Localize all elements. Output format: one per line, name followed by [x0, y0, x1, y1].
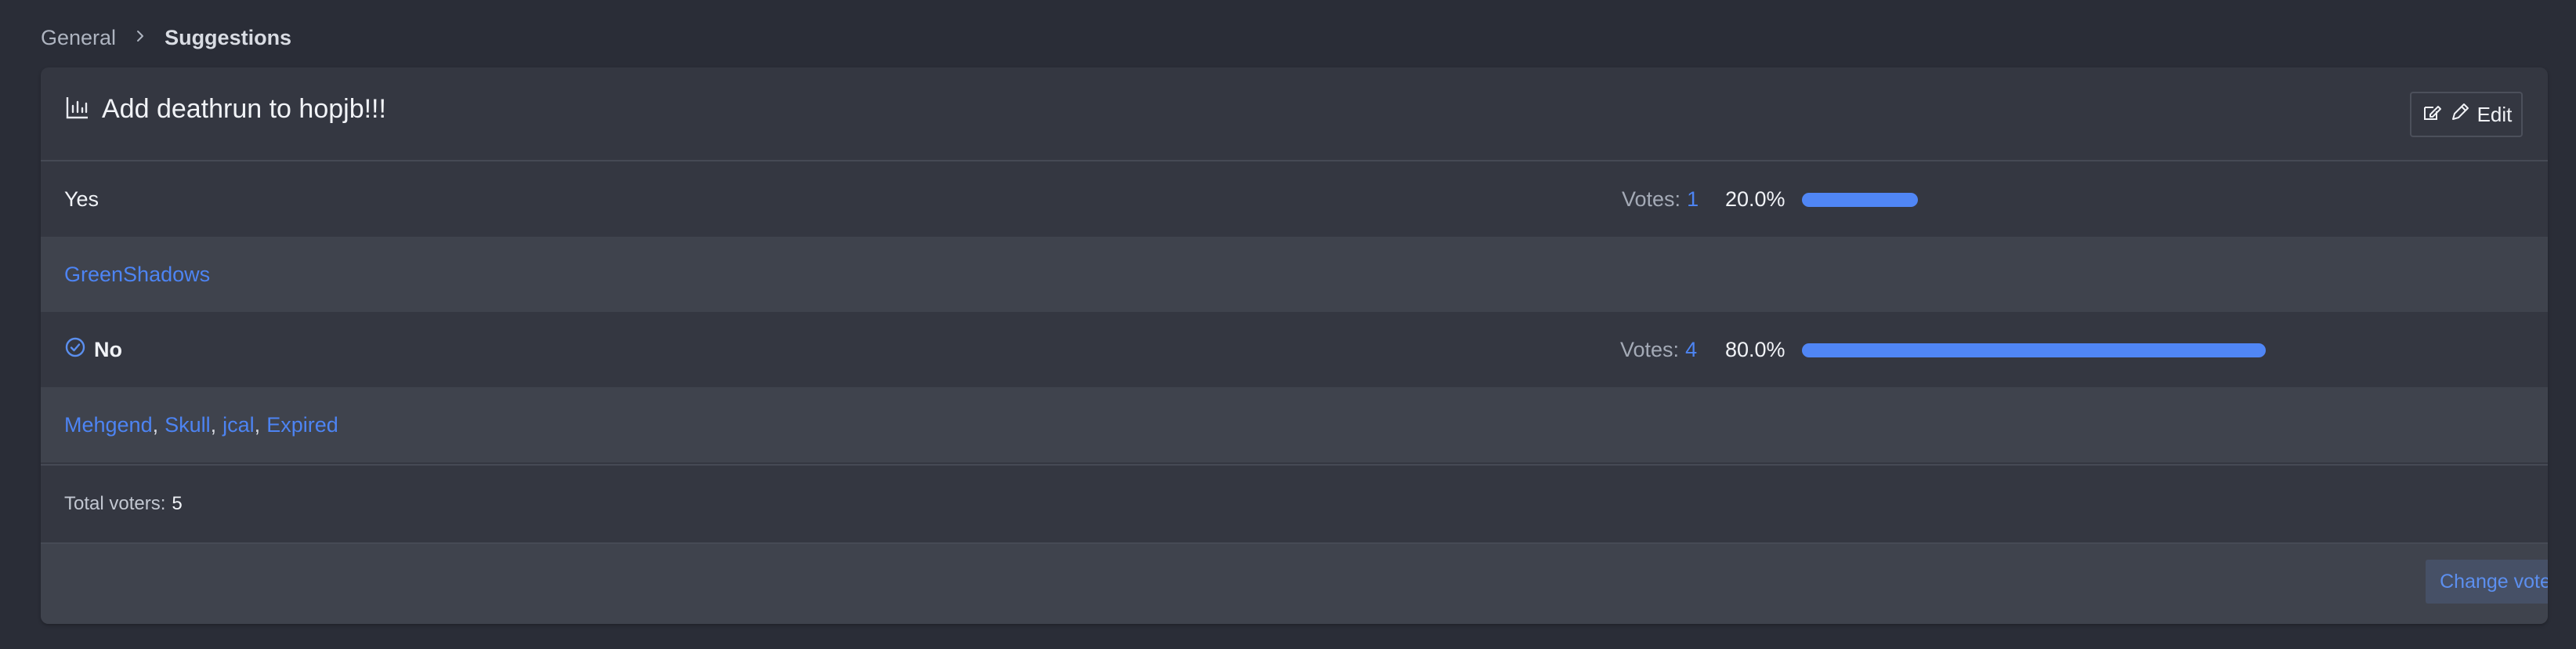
poll-header: Add deathrun to hopjb!!! Edit	[41, 67, 2548, 161]
voter-separator: ,	[254, 412, 261, 437]
breadcrumb-suggestions: Suggestions	[165, 25, 292, 49]
poll-option-no[interactable]: No Votes: 4 80.0%	[41, 312, 2548, 387]
option-no-progress-fill	[1802, 343, 2266, 357]
votes-label: Votes:	[1620, 337, 1680, 361]
poll-footer: Change vote	[41, 544, 2548, 624]
option-no-percent: 80.0%	[1725, 337, 1785, 361]
poll-card: Add deathrun to hopjb!!! Edit Yes Votes:…	[41, 67, 2548, 624]
change-vote-button[interactable]: Change vote	[2426, 560, 2548, 604]
votes-count: 1	[1687, 187, 1699, 211]
option-yes-progress-track	[1802, 193, 2382, 207]
breadcrumb: General Suggestions	[41, 22, 291, 53]
voter-separator: ,	[210, 412, 217, 437]
edit-button[interactable]: Edit	[2410, 92, 2523, 137]
voter-link-skull[interactable]: Skull	[165, 413, 211, 437]
option-yes-votes: Votes: 1	[1622, 161, 1699, 237]
check-circle-icon	[64, 336, 86, 364]
votes-label: Votes:	[1622, 187, 1681, 211]
chevron-right-icon	[133, 27, 147, 49]
votes-count: 4	[1685, 337, 1698, 361]
option-yes-label: Yes	[64, 187, 99, 211]
poll-option-yes[interactable]: Yes Votes: 1 20.0%	[41, 161, 2548, 237]
pencil-icon	[2449, 101, 2471, 129]
option-no-voter-list: Mehgend, Skull, jcal, Expired	[64, 387, 338, 462]
voter-separator: ,	[152, 412, 159, 437]
voter-link-jcal[interactable]: jcal	[223, 413, 255, 437]
poll-title: Add deathrun to hopjb!!!	[102, 94, 386, 124]
option-no-progress-track	[1802, 343, 2382, 357]
edit-button-label: Edit	[2477, 102, 2513, 126]
option-yes-voter-list: GreenShadows	[64, 237, 210, 312]
option-label-selected: No	[64, 312, 122, 387]
voter-link-expired[interactable]: Expired	[266, 413, 338, 437]
bar-chart-icon	[64, 94, 91, 125]
total-voters-value: 5	[172, 493, 183, 514]
option-no-voters-row: Mehgend, Skull, jcal, Expired	[41, 387, 2548, 462]
option-no-votes: Votes: 4	[1620, 312, 1697, 387]
option-no-label: No	[94, 337, 122, 361]
voter-link-greenshadows[interactable]: GreenShadows	[64, 263, 210, 287]
option-yes-percent: 20.0%	[1725, 187, 1785, 211]
option-label: Yes	[64, 161, 99, 237]
total-voters-label: Total voters:	[64, 493, 166, 514]
breadcrumb-general[interactable]: General	[41, 26, 116, 50]
total-voters-row: Total voters: 5	[41, 464, 2548, 544]
option-yes-voters-row: GreenShadows	[41, 237, 2548, 312]
option-yes-progress-fill	[1802, 193, 1918, 207]
total-voters: Total voters: 5	[64, 466, 183, 542]
edit-square-icon	[2421, 101, 2443, 129]
voter-link-mehgend[interactable]: Mehgend	[64, 413, 153, 437]
poll-title-wrap: Add deathrun to hopjb!!!	[64, 94, 386, 125]
